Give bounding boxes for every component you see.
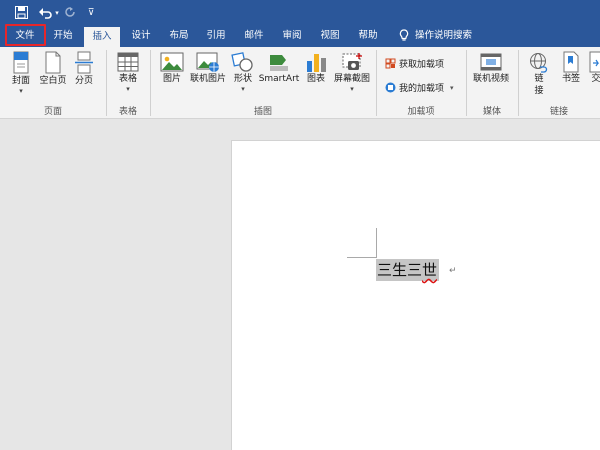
bookmark-icon <box>563 51 579 73</box>
page-break-button[interactable]: 分页 <box>70 51 98 87</box>
chart-button[interactable]: 图表 <box>303 51 329 85</box>
table-group-label: 表格 <box>118 107 137 117</box>
chart-label: 图表 <box>306 74 325 84</box>
customize-qat-button[interactable]: ⊽ <box>85 4 97 21</box>
chevron-down-icon: ▾ <box>126 85 130 93</box>
cross-reference-icon <box>589 51 600 73</box>
undo-icon <box>38 7 52 19</box>
save-icon <box>14 6 28 19</box>
chevron-down-icon: ▾ <box>450 83 454 92</box>
tab-home[interactable]: 开始 <box>46 25 80 47</box>
links-group-label: 链接 <box>549 107 568 117</box>
page-margin-corner <box>376 228 377 258</box>
bookmark-button[interactable]: 书签 <box>558 51 584 85</box>
store-icon <box>385 58 396 69</box>
addins-group-label: 加载项 <box>407 107 435 117</box>
redo-icon <box>64 7 75 17</box>
smartart-label: SmartArt <box>258 74 300 84</box>
lightbulb-icon <box>399 29 409 41</box>
tab-layout[interactable]: 布局 <box>162 25 196 47</box>
online-picture-icon <box>196 52 219 72</box>
my-addins-button[interactable]: 我的加载项 ▾ <box>385 81 454 94</box>
smartart-button[interactable]: SmartArt <box>258 51 300 85</box>
puzzle-icon <box>385 82 396 93</box>
chevron-down-icon: ▾ <box>19 87 23 95</box>
blank-page-button[interactable]: 空白页 <box>37 51 69 87</box>
globe-link-icon <box>530 53 548 73</box>
cover-page-label: 封面 <box>11 76 30 86</box>
selected-text[interactable]: 三生三世 <box>376 259 440 281</box>
my-addins-label: 我的加载项 <box>399 84 445 94</box>
illustrations-group-label: 插图 <box>253 107 272 117</box>
table-icon <box>117 52 139 72</box>
online-pictures-button[interactable]: 联机图片 <box>189 51 227 85</box>
media-group-label: 媒体 <box>482 107 501 117</box>
screenshot-icon <box>342 53 362 70</box>
get-addins-label: 获取加载项 <box>399 60 445 70</box>
pictures-label: 图片 <box>162 74 181 84</box>
cover-page-button[interactable]: 封面 ▾ <box>6 51 36 95</box>
picture-icon <box>160 52 184 72</box>
smartart-icon <box>270 55 288 71</box>
tab-review[interactable]: 审阅 <box>275 25 309 47</box>
pictures-button[interactable]: 图片 <box>157 51 187 85</box>
undo-dropdown[interactable]: ▾ <box>53 4 61 21</box>
screenshot-label: 屏幕截图 <box>333 74 370 84</box>
blank-page-icon <box>45 51 61 74</box>
file-tab-highlight-box <box>5 24 46 46</box>
pages-group-label: 页面 <box>43 107 62 117</box>
tell-me-search[interactable]: 操作说明搜索 <box>415 25 485 47</box>
bookmark-label: 书签 <box>561 74 580 84</box>
online-video-button[interactable]: 联机视频 <box>470 51 512 85</box>
tab-mailings[interactable]: 邮件 <box>237 25 271 47</box>
undo-button[interactable] <box>37 4 53 21</box>
online-pictures-label: 联机图片 <box>189 74 226 84</box>
tab-help[interactable]: 帮助 <box>351 25 385 47</box>
link-label: 链接 <box>534 74 544 96</box>
table-label: 表格 <box>118 74 137 84</box>
title-bar: ▾ ⊽ <box>0 0 600 25</box>
document-text: 三生三 <box>377 261 423 279</box>
ribbon-tabs: 文件 开始 插入 设计 布局 引用 邮件 审阅 视图 帮助 操作说明搜索 <box>0 25 600 47</box>
save-button[interactable] <box>13 4 29 21</box>
insert-ribbon: 封面 ▾ 空白页 分页 页面 表格 ▾ 表格 图片 联机图片 形状 ▾ Smar… <box>0 47 600 119</box>
tab-view[interactable]: 视图 <box>313 25 347 47</box>
redo-button[interactable] <box>63 4 77 21</box>
document-page[interactable] <box>231 140 600 450</box>
online-video-label: 联机视频 <box>472 74 509 84</box>
tab-references[interactable]: 引用 <box>199 25 233 47</box>
bar-chart-icon <box>307 54 326 72</box>
page-break-icon <box>75 51 93 74</box>
table-button[interactable]: 表格 ▾ <box>112 51 144 93</box>
cross-reference-button[interactable]: 交 <box>586 51 600 85</box>
blank-page-label: 空白页 <box>39 76 67 86</box>
shapes-label: 形状 <box>233 74 252 84</box>
cover-page-icon <box>13 51 29 74</box>
get-addins-button[interactable]: 获取加载项 <box>385 57 444 70</box>
screenshot-button[interactable]: 屏幕截图 ▾ <box>331 51 373 93</box>
chevron-down-icon: ▾ <box>241 85 245 93</box>
tab-insert[interactable]: 插入 <box>84 27 120 47</box>
chevron-down-icon: ▾ <box>350 85 354 93</box>
shapes-icon <box>231 52 253 72</box>
tab-design[interactable]: 设计 <box>124 25 158 47</box>
cross-reference-label: 交 <box>591 74 600 84</box>
page-break-label: 分页 <box>74 76 93 86</box>
paragraph-mark: ↵ <box>449 266 457 276</box>
link-button[interactable]: 链接 <box>526 51 552 97</box>
page-margin-corner <box>347 257 377 258</box>
shapes-button[interactable]: 形状 ▾ <box>229 51 257 93</box>
film-icon <box>480 53 502 71</box>
spellcheck-flagged-text: 世 <box>422 261 438 279</box>
